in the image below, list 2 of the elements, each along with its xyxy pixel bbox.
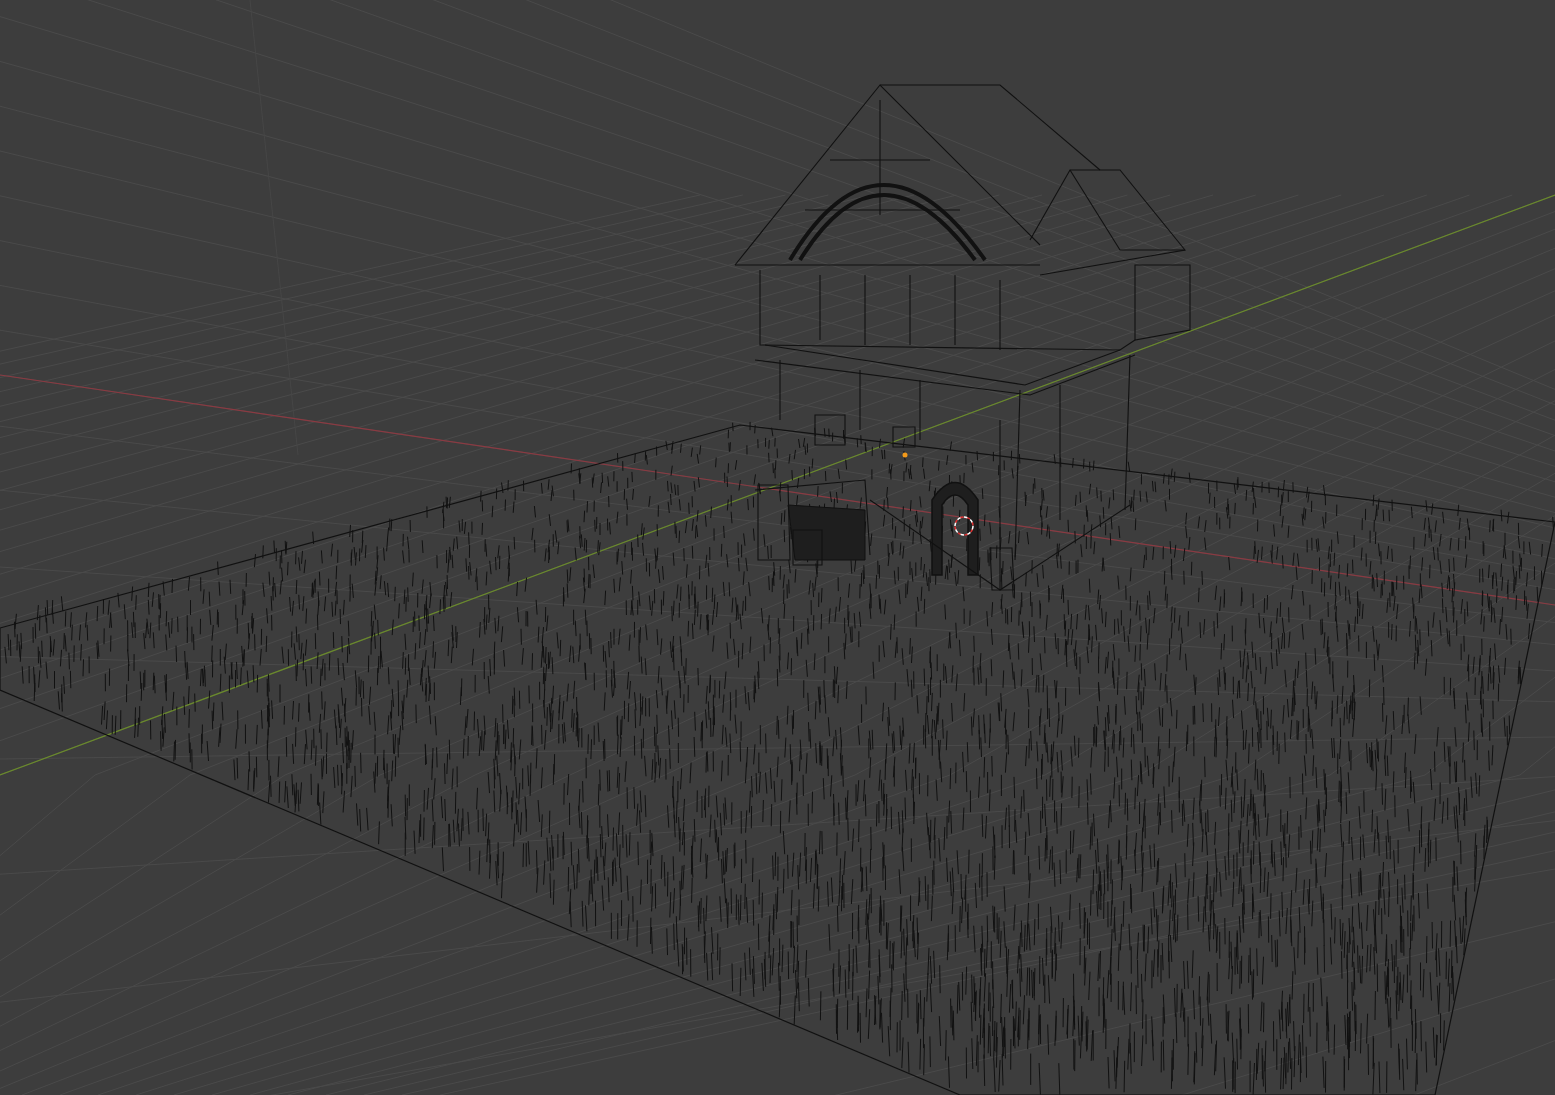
origin-dot: [902, 452, 908, 458]
3d-cursor-icon: [954, 516, 974, 536]
